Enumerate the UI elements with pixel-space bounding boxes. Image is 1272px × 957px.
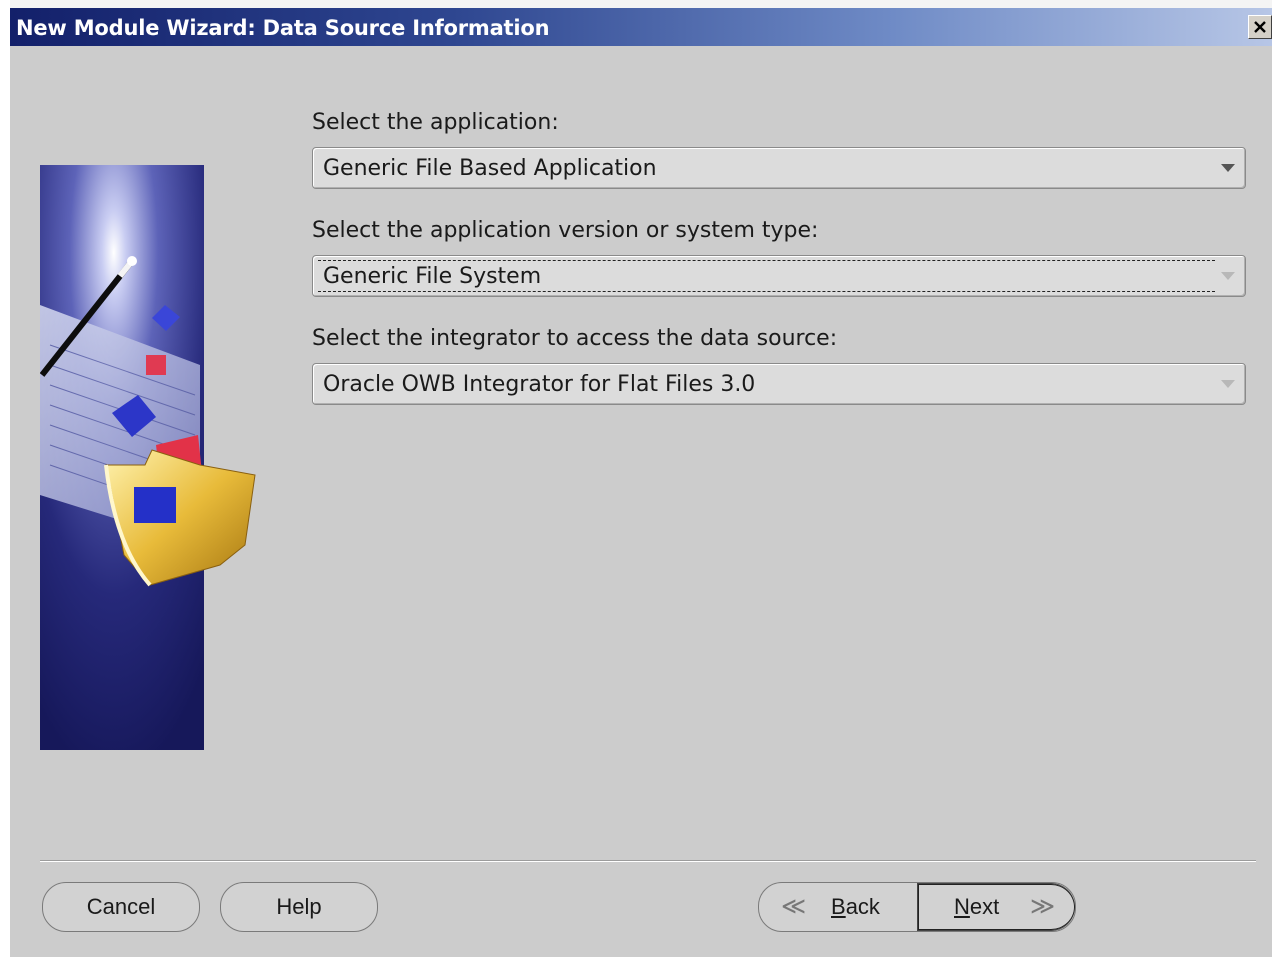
window-top-edge: [0, 0, 1272, 8]
version-label: Select the application version or system…: [312, 218, 819, 243]
integrator-select-value: Oracle OWB Integrator for Flat Files 3.0: [323, 372, 756, 397]
next-label: ext: [969, 894, 1000, 919]
window-title: New Module Wizard: Data Source Informati…: [16, 16, 550, 40]
back-mnemonic: B: [831, 894, 846, 919]
close-icon[interactable]: [1248, 15, 1272, 39]
navigation-button-group: ≪ Back Next ≫: [758, 882, 1076, 932]
chevron-left-icon: ≪: [781, 893, 807, 920]
version-select-value: Generic File System: [323, 264, 542, 289]
window-left-edge: [0, 0, 10, 957]
application-label: Select the application:: [312, 110, 559, 135]
chevron-down-icon[interactable]: [1221, 164, 1235, 172]
chevron-down-icon[interactable]: [1221, 272, 1235, 280]
application-select-value: Generic File Based Application: [323, 156, 657, 181]
chevron-down-icon[interactable]: [1221, 380, 1235, 388]
cancel-button[interactable]: Cancel: [42, 882, 200, 932]
button-separator: [40, 860, 1256, 862]
help-button[interactable]: Help: [220, 882, 378, 932]
integrator-select[interactable]: Oracle OWB Integrator for Flat Files 3.0: [312, 363, 1246, 405]
integrator-label: Select the integrator to access the data…: [312, 326, 838, 351]
next-button[interactable]: Next ≫: [917, 883, 1075, 931]
chevron-right-icon: ≫: [1030, 893, 1056, 920]
back-button[interactable]: ≪ Back: [759, 883, 917, 931]
title-bar: New Module Wizard: Data Source Informati…: [10, 8, 1272, 46]
magic-wand-folder-illustration: [40, 165, 256, 750]
version-select[interactable]: Generic File System: [312, 255, 1246, 297]
back-label: ack: [845, 894, 880, 919]
next-mnemonic: N: [954, 894, 970, 919]
application-select[interactable]: Generic File Based Application: [312, 147, 1246, 189]
